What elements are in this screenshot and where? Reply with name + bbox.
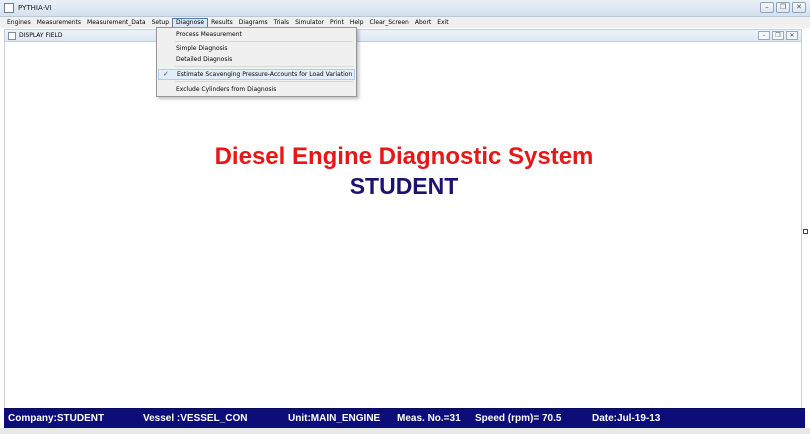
menu-trials[interactable]: Trials	[271, 18, 292, 28]
menu-separator	[175, 41, 353, 42]
status-company: Company:STUDENT	[8, 413, 105, 424]
child-close-button[interactable]: ✕	[786, 31, 798, 40]
menu-abort[interactable]: Abort	[412, 18, 434, 28]
child-minimize-button[interactable]: –	[758, 31, 770, 40]
menu-measurements[interactable]: Measurements	[34, 18, 84, 28]
menu-item-label: Process Measurement	[176, 31, 242, 38]
child-maximize-button[interactable]: ❐	[772, 31, 784, 40]
display-field-titlebar: DISPLAY FIELD – ❐ ✕	[4, 29, 802, 42]
window-controls: – ❐ ✕	[760, 2, 806, 13]
status-speed: Speed (rpm)= 70.5	[475, 413, 562, 424]
window-bottom-border	[0, 428, 810, 434]
status-measurement-number: Meas. No.=31	[397, 413, 461, 424]
menu-item-simple-diagnosis[interactable]: Simple Diagnosis	[158, 43, 355, 54]
child-window-controls: – ❐ ✕	[758, 31, 798, 40]
document-icon[interactable]	[8, 32, 16, 40]
menubar: Engines Measurements Measurement_Data Se…	[0, 17, 810, 28]
menu-item-estimate-scavenging-pressure[interactable]: ✓ Estimate Scavenging Pressure-Accounts …	[158, 69, 355, 80]
menu-separator	[175, 81, 353, 82]
app-title: PYTHIA-VI	[18, 4, 52, 12]
menu-simulator[interactable]: Simulator	[292, 18, 327, 28]
minimize-button[interactable]: –	[760, 2, 774, 13]
menu-exit[interactable]: Exit	[434, 18, 451, 28]
menu-item-label: Detailed Diagnosis	[176, 56, 233, 63]
resize-handle[interactable]	[803, 229, 808, 234]
status-unit: Unit:MAIN_ENGINE	[288, 413, 381, 424]
app-icon[interactable]	[4, 3, 14, 13]
status-date: Date:Jul-19-13	[592, 413, 661, 424]
menu-help[interactable]: Help	[347, 18, 367, 28]
menu-item-label: Exclude Cylinders from Diagnosis	[176, 86, 277, 93]
diagnose-dropdown-menu: Process Measurement Simple Diagnosis Det…	[156, 27, 357, 97]
menu-item-label: Simple Diagnosis	[176, 45, 228, 52]
app-titlebar: PYTHIA-VI – ❐ ✕	[0, 0, 810, 17]
menu-results[interactable]: Results	[208, 18, 236, 28]
menu-clear-screen[interactable]: Clear_Screen	[367, 18, 412, 28]
menu-item-process-measurement[interactable]: Process Measurement	[158, 29, 355, 40]
menu-separator	[175, 66, 353, 67]
checkmark-icon: ✓	[163, 70, 169, 78]
menu-print[interactable]: Print	[327, 18, 347, 28]
status-bar: Company:STUDENT Vessel :VESSEL_CON Unit:…	[4, 408, 805, 428]
display-field-title: DISPLAY FIELD	[19, 32, 63, 39]
menu-diagnose[interactable]: Diagnose	[172, 17, 209, 28]
status-vessel: Vessel :VESSEL_CON	[143, 413, 248, 424]
system-headline: Diesel Engine Diagnostic System	[214, 143, 594, 170]
menu-item-detailed-diagnosis[interactable]: Detailed Diagnosis	[158, 54, 355, 65]
user-name-heading: STUDENT	[349, 173, 459, 199]
maximize-button[interactable]: ❐	[776, 2, 790, 13]
menu-diagrams[interactable]: Diagrams	[236, 18, 271, 28]
close-button[interactable]: ✕	[792, 2, 806, 13]
menu-item-exclude-cylinders[interactable]: Exclude Cylinders from Diagnosis	[158, 84, 355, 95]
menu-measurement-data[interactable]: Measurement_Data	[84, 18, 149, 28]
menu-engines[interactable]: Engines	[4, 18, 34, 28]
display-field: Diesel Engine Diagnostic System STUDENT	[4, 42, 802, 408]
menu-setup[interactable]: Setup	[149, 18, 172, 28]
menu-item-label: Estimate Scavenging Pressure-Accounts fo…	[177, 71, 353, 78]
